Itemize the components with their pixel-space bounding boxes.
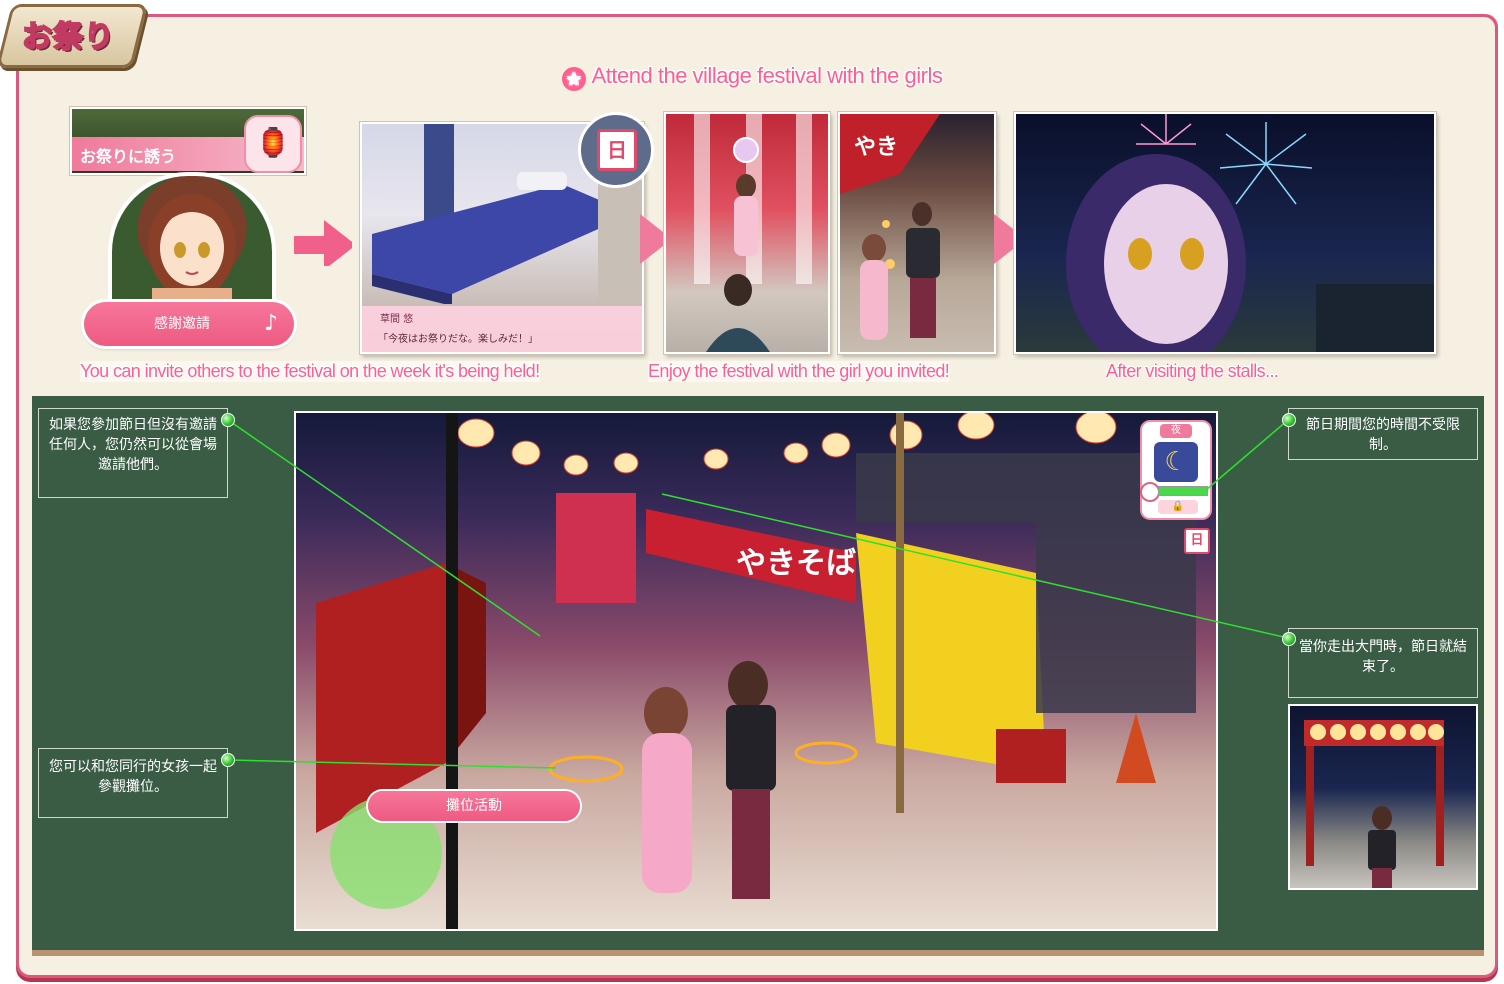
fireworks-screenshot xyxy=(1014,112,1436,354)
invite-banner: お祭りに誘う 🏮 xyxy=(70,107,306,175)
stall-activity-button[interactable]: 攤位活動 xyxy=(368,791,580,821)
connector-dot xyxy=(221,413,235,427)
festival-main-screenshot: やきそば xyxy=(294,411,1218,931)
invite-label: お祭りに誘う xyxy=(80,147,177,166)
calendar-day-icon: 日 xyxy=(1184,528,1210,554)
stall-sign: やき xyxy=(854,135,898,160)
page-title: お祭り xyxy=(21,19,115,56)
clock-icon xyxy=(1140,482,1160,502)
thanks-invite-button[interactable]: 感謝邀請 ♪ xyxy=(84,302,294,346)
arrow-right-icon xyxy=(294,220,352,266)
connector-dot xyxy=(1282,632,1296,646)
note-leave-gate: 當你走出大門時，節日就結束了。 xyxy=(1288,628,1478,698)
note-time-unlimited: 節日期間您的時間不受限制。 xyxy=(1288,408,1478,460)
festival-gate-screenshot xyxy=(1288,704,1478,890)
headline: ★ Attend the village festival with the gi… xyxy=(0,63,1504,91)
music-note-icon: ♪ xyxy=(263,311,278,336)
dialogue-line: 「今夜はお祭りだな。楽しみだ！」 xyxy=(378,334,538,345)
festival-screenshot-2: やき xyxy=(838,112,996,354)
time-bar xyxy=(1158,486,1208,496)
caption-after: After visiting the stalls... xyxy=(1106,361,1279,381)
lantern-icon: 🏮 xyxy=(244,115,302,173)
time-label: 夜 xyxy=(1160,424,1192,438)
moon-icon: ☾ xyxy=(1154,442,1198,482)
calendar-icon: 日 xyxy=(578,112,654,188)
caption-enjoy: Enjoy the festival with the girl you inv… xyxy=(648,361,950,382)
star-icon: ★ xyxy=(561,67,586,91)
connector-dot xyxy=(1282,413,1296,427)
time-widget: 夜 ☾ 🔒 xyxy=(1140,420,1212,520)
stall-sign-yakisoba: やきそば xyxy=(736,546,856,581)
caption-invite: You can invite others to the festival on… xyxy=(80,361,540,382)
festival-screenshot-1 xyxy=(664,112,830,354)
lock-icon: 🔒 xyxy=(1158,500,1198,514)
connector-dot xyxy=(221,753,235,767)
dialogue-speaker: 草間 悠 xyxy=(380,314,414,325)
note-invite-from-venue: 如果您參加節日但沒有邀請任何人，您仍然可以從會場邀請他們。 xyxy=(38,408,228,498)
note-browse-stalls: 您可以和您同行的女孩一起參觀攤位。 xyxy=(38,748,228,818)
headline-text: Attend the village festival with the gir… xyxy=(591,63,943,88)
